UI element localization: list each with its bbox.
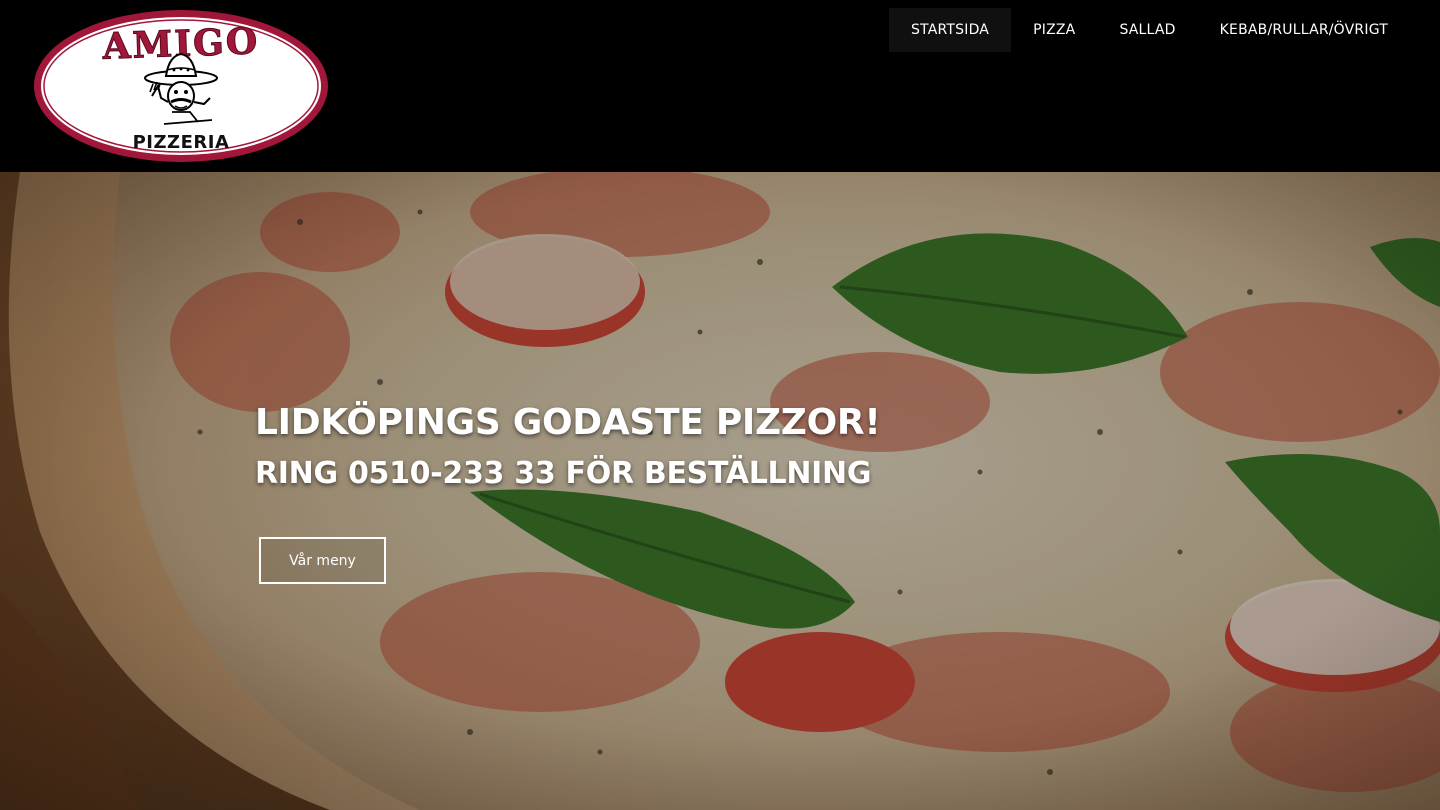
logo-tagline-text: PIZZERIA	[133, 132, 230, 153]
nav-item-label: STARTSIDA	[910, 22, 990, 38]
nav-item-kebab-rullar-ovrigt[interactable]: KEBAB/RULLAR/ÖVRIGT	[1198, 8, 1410, 52]
hero-section: LIDKÖPINGS GODASTE PIZZOR! RING 0510-233…	[0, 172, 1440, 810]
nav-item-label: KEBAB/RULLAR/ÖVRIGT	[1219, 22, 1388, 38]
main-navigation: STARTSIDA PIZZA SALLAD KEBAB/RULLAR/ÖVRI…	[888, 8, 1410, 52]
site-header: AMIGO PIZZERIA STARTSIDA PIZZA SALLAD KE…	[0, 0, 1440, 172]
pizza-background-image	[0, 172, 1440, 810]
nav-item-pizza[interactable]: PIZZA	[1011, 8, 1097, 52]
menu-button[interactable]: Vår meny	[259, 537, 386, 584]
menu-button-label: Vår meny	[289, 552, 356, 569]
hero-subtitle: RING 0510-233 33 FÖR BESTÄLLNING	[255, 456, 872, 491]
nav-item-label: SALLAD	[1119, 22, 1176, 38]
nav-item-label: PIZZA	[1033, 22, 1076, 38]
nav-item-startsida[interactable]: STARTSIDA	[888, 8, 1012, 52]
nav-item-sallad[interactable]: SALLAD	[1097, 8, 1197, 52]
amigo-pizzeria-logo[interactable]: AMIGO PIZZERIA	[32, 8, 330, 164]
hero-title: LIDKÖPINGS GODASTE PIZZOR!	[255, 402, 881, 443]
